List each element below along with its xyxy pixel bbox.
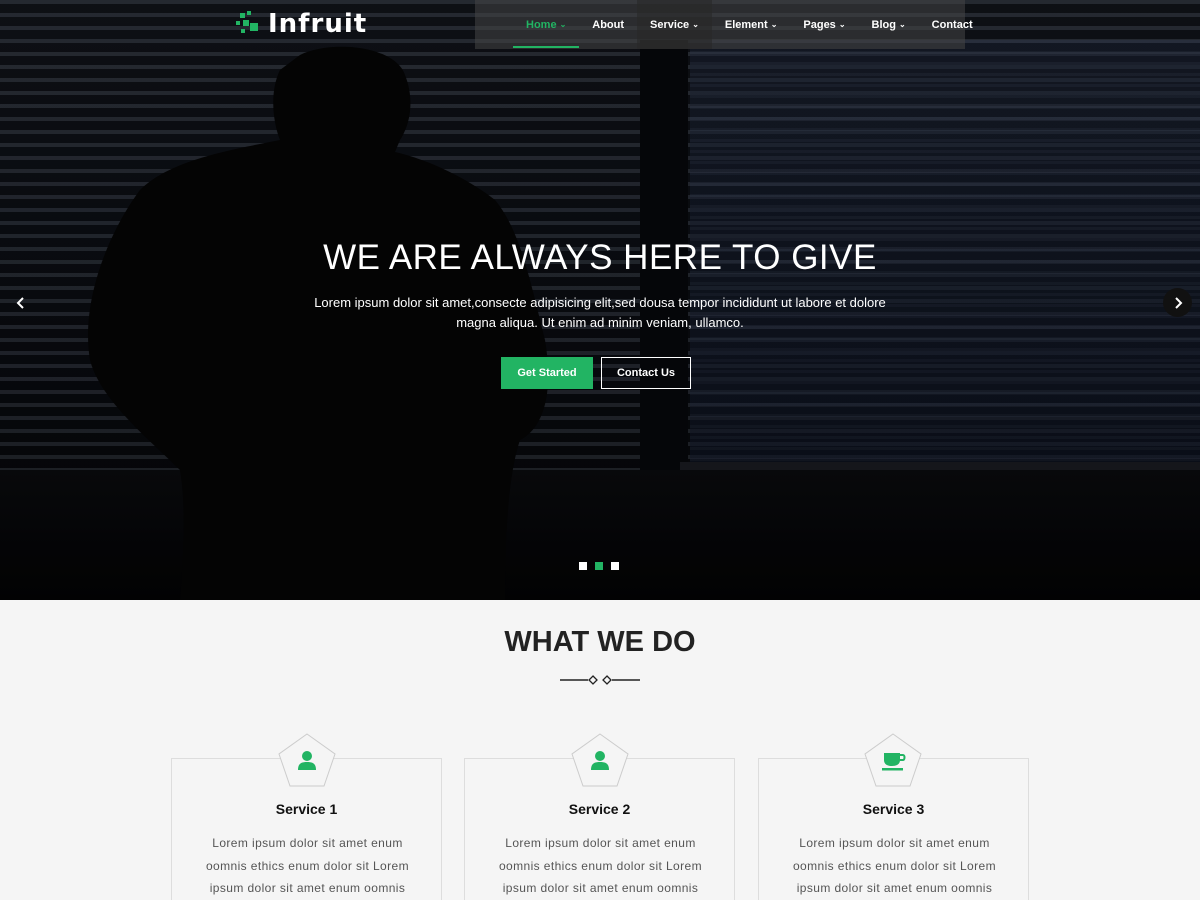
slider-dot-1[interactable] — [579, 562, 587, 570]
service-title: Service 3 — [862, 801, 925, 817]
hero-slider: Infruit Home ⌄ About Service ⌄ Element ⌄ Pa… — [0, 0, 1200, 600]
nav-item-label: Pages — [803, 18, 836, 31]
service-title: Service 2 — [568, 801, 631, 817]
chevron-down-icon: ⌄ — [770, 20, 778, 29]
nav-item-label: Home — [526, 18, 557, 31]
nav-item-blog[interactable]: Blog ⌄ — [872, 0, 906, 49]
hero-title: WE ARE ALWAYS HERE TO GIVE — [323, 238, 877, 277]
chevron-left-icon — [16, 296, 24, 309]
nav-item-about[interactable]: About — [592, 0, 624, 49]
slider-dot-3[interactable] — [611, 562, 619, 570]
get-started-button[interactable]: Get Started — [501, 357, 593, 389]
section-divider-icon — [560, 675, 640, 685]
service-description: Lorem ipsum dolor sit amet enum oomnis e… — [205, 836, 410, 895]
nav-item-label: Element — [724, 18, 768, 31]
chevron-down-icon: ⌄ — [898, 20, 906, 29]
slider-dot-2[interactable] — [595, 562, 603, 570]
slider-next-button[interactable] — [1163, 288, 1192, 317]
nav-item-pages[interactable]: Pages ⌄ — [803, 0, 845, 49]
main-nav: Home ⌄ About Service ⌄ Element ⌄ Pages ⌄ Blo… — [475, 0, 973, 49]
logo-text: Infruit — [268, 9, 368, 39]
site-logo[interactable]: Infruit — [236, 8, 367, 40]
chevron-down-icon: ⌄ — [559, 20, 567, 29]
service-description: Lorem ipsum dolor sit amet enum oomnis e… — [498, 836, 703, 895]
nav-item-label: Service — [650, 18, 690, 31]
slider-pagination — [579, 562, 619, 570]
contact-us-button[interactable]: Contact Us — [601, 357, 691, 389]
nav-item-label: About — [592, 18, 625, 31]
nav-item-label: Contact — [931, 18, 973, 31]
service-title: Service 1 — [275, 801, 338, 817]
hero-description: Lorem ipsum dolor sit amet,consecte adip… — [314, 295, 886, 330]
service-icon-badge — [278, 733, 336, 787]
nav-item-contact[interactable]: Contact — [932, 0, 973, 49]
logo-icon — [236, 11, 262, 37]
nav-item-home[interactable]: Home ⌄ — [512, 0, 580, 49]
service-description: Lorem ipsum dolor sit amet enum oomnis e… — [792, 836, 997, 895]
service-icon-badge — [864, 733, 922, 787]
section-title: WHAT WE DO — [504, 626, 696, 658]
nav-item-label: Blog — [871, 18, 896, 31]
nav-item-service[interactable]: Service ⌄ — [637, 0, 712, 49]
chevron-down-icon: ⌄ — [838, 20, 846, 29]
service-icon-badge — [571, 733, 629, 787]
slider-prev-button[interactable] — [6, 288, 35, 317]
chevron-down-icon: ⌄ — [692, 20, 699, 29]
chevron-right-icon — [1174, 296, 1182, 309]
nav-item-element[interactable]: Element ⌄ — [725, 0, 778, 49]
